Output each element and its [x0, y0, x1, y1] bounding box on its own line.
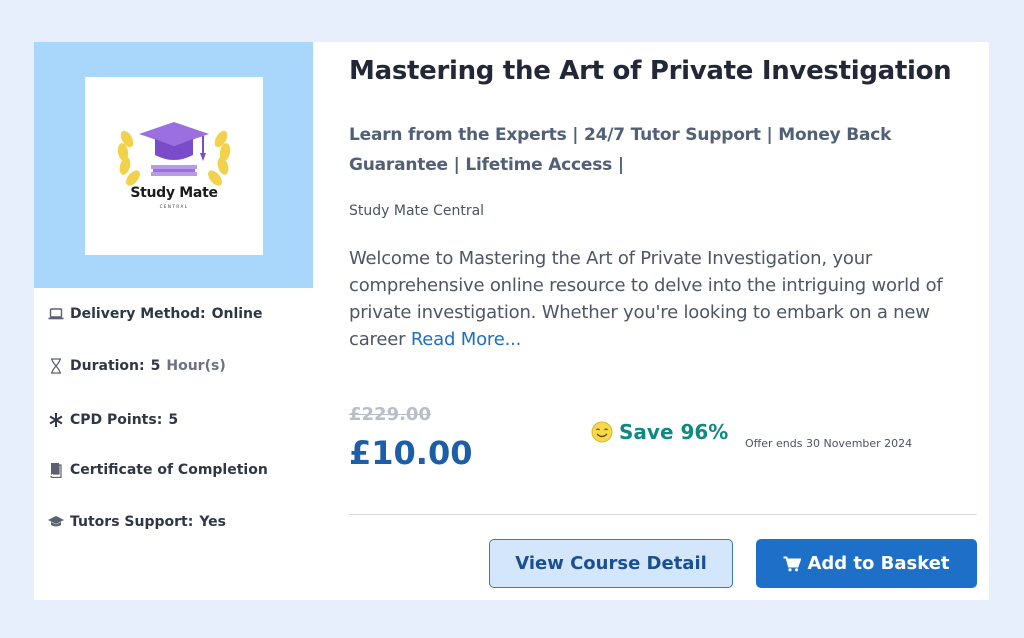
meta-tutors-label: Tutors Support:	[70, 514, 194, 530]
add-to-basket-button[interactable]: Add to Basket	[756, 539, 977, 588]
logo-subtitle: CENTRAL	[159, 204, 189, 209]
meta-delivery-value: Online	[211, 306, 263, 322]
course-tagline: Learn from the Experts | 24/7 Tutor Supp…	[349, 125, 892, 175]
save-badge: Save 96%	[591, 420, 728, 444]
course-card: Study Mate CENTRAL Delivery Method: Onli…	[34, 42, 989, 600]
asterisk-icon	[47, 411, 65, 429]
course-title[interactable]: Mastering the Art of Private Investigati…	[349, 56, 952, 86]
laptop-icon	[47, 305, 65, 323]
laurel-cap-icon	[117, 122, 231, 186]
graduation-cap-icon	[47, 513, 65, 531]
meta-certificate: Certificate of Completion	[47, 458, 268, 482]
meta-delivery-label: Delivery Method:	[70, 306, 206, 322]
hourglass-icon	[47, 357, 65, 375]
course-provider: Study Mate Central	[349, 203, 485, 219]
meta-duration-value: 5	[150, 358, 161, 374]
meta-tutors-value: Yes	[199, 514, 226, 530]
certificate-icon	[47, 461, 65, 479]
meta-cpd-value: 5	[168, 412, 179, 428]
meta-cpd-label: CPD Points:	[70, 412, 163, 428]
current-price: £10.00	[349, 434, 473, 472]
logo-title: Study Mate	[130, 185, 218, 201]
meta-duration-label: Duration:	[70, 358, 145, 374]
add-to-basket-label: Add to Basket	[807, 553, 950, 574]
offer-ends: Offer ends 30 November 2024	[745, 437, 913, 450]
meta-tutors: Tutors Support: Yes	[47, 510, 226, 534]
provider-logo: Study Mate CENTRAL	[85, 77, 263, 255]
meta-duration-unit: Hour(s)	[166, 358, 226, 374]
save-text: Save 96%	[619, 420, 729, 444]
course-image-panel[interactable]: Study Mate CENTRAL	[34, 42, 313, 288]
course-content: Mastering the Art of Private Investigati…	[349, 42, 979, 600]
divider	[349, 514, 977, 515]
view-course-detail-label: View Course Detail	[515, 553, 707, 574]
meta-delivery: Delivery Method: Online	[47, 302, 263, 326]
meta-certificate-label: Certificate of Completion	[70, 462, 268, 478]
meta-cpd: CPD Points: 5	[47, 408, 178, 432]
cart-icon	[783, 556, 802, 571]
course-sidebar: Study Mate CENTRAL Delivery Method: Onli…	[34, 42, 313, 600]
smiley-icon	[591, 421, 613, 443]
meta-duration: Duration: 5 Hour(s)	[47, 354, 226, 378]
view-course-detail-button[interactable]: View Course Detail	[489, 539, 733, 588]
course-description: Welcome to Mastering the Art of Private …	[349, 245, 977, 353]
old-price: £229.00	[349, 404, 431, 425]
read-more-link[interactable]: Read More...	[411, 329, 522, 350]
